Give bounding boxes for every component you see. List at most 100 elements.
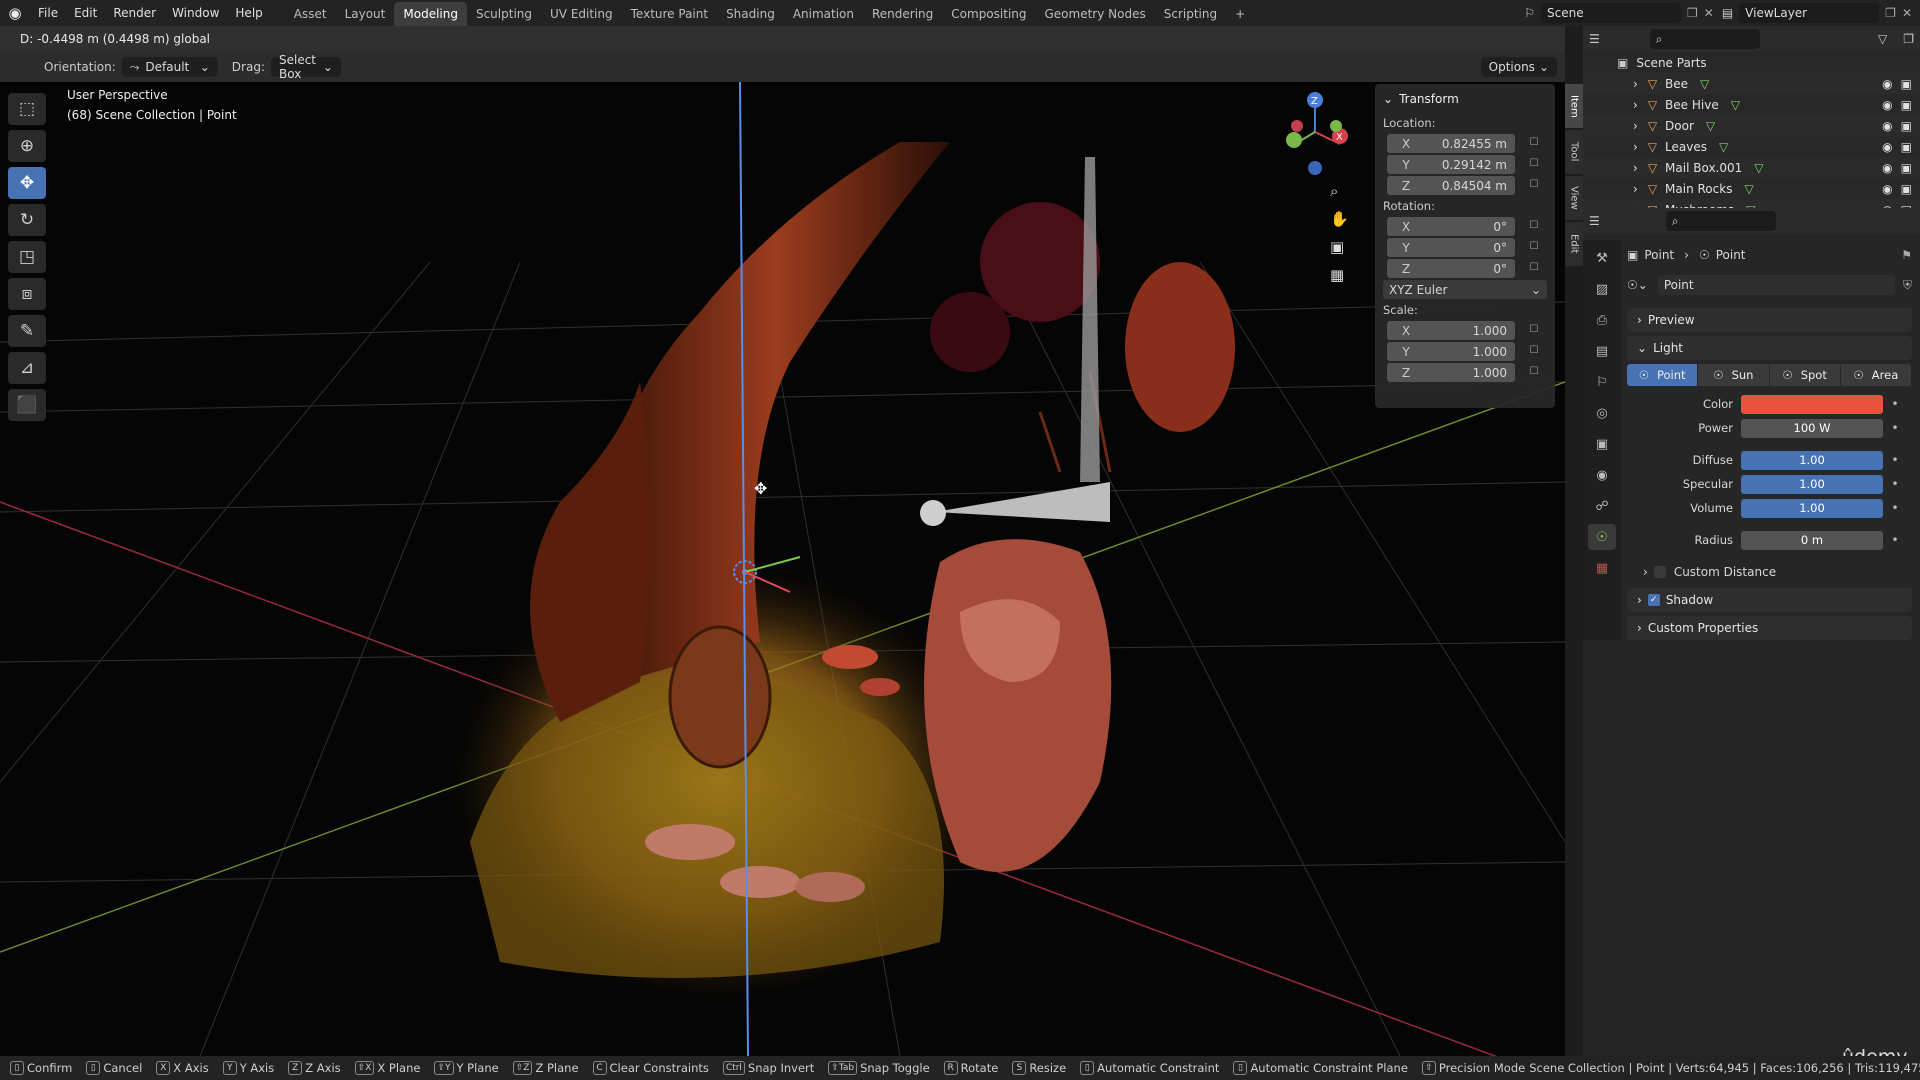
lock-icon[interactable]: ☐ xyxy=(1527,262,1541,276)
eye-icon[interactable]: ◉ xyxy=(1882,161,1892,175)
chevron-right-icon[interactable]: › xyxy=(1633,140,1638,154)
keyframe-dot-icon[interactable]: • xyxy=(1889,397,1901,411)
rotate-tool-icon[interactable]: ↻ xyxy=(8,204,46,236)
scene-selector[interactable]: ⚐ Scene ❐ ✕ xyxy=(1524,3,1714,23)
tab-scripting[interactable]: Scripting xyxy=(1155,2,1226,26)
annotate-tool-icon[interactable]: ✎ xyxy=(8,315,46,347)
eye-icon[interactable]: ◉ xyxy=(1882,182,1892,196)
options-dropdown[interactable]: Options ⌄ xyxy=(1480,57,1557,77)
constraints-tab-icon[interactable]: ☍ xyxy=(1588,493,1616,519)
eye-icon[interactable]: ◉ xyxy=(1882,77,1892,91)
tab-shading[interactable]: Shading xyxy=(717,2,784,26)
keyframe-dot-icon[interactable]: • xyxy=(1889,501,1901,515)
specular-slider[interactable]: 1.00 xyxy=(1741,474,1883,494)
lock-icon[interactable]: ☐ xyxy=(1527,241,1541,255)
keyframe-dot-icon[interactable]: • xyxy=(1889,453,1901,467)
power-field[interactable]: 100 W xyxy=(1741,418,1883,438)
copy-view-layer-icon[interactable]: ❐ xyxy=(1885,6,1896,20)
tab-texture-paint[interactable]: Texture Paint xyxy=(622,2,717,26)
diffuse-slider[interactable]: 1.00 xyxy=(1741,450,1883,470)
transform-panel-header[interactable]: ⌄ Transform xyxy=(1383,88,1547,109)
menu-item-file[interactable]: File xyxy=(30,0,66,26)
zoom-icon[interactable]: ⌕ xyxy=(1330,182,1349,200)
tab-modeling[interactable]: Modeling xyxy=(394,1,467,26)
menu-item-help[interactable]: Help xyxy=(227,0,270,26)
texture-tab-icon[interactable]: ▦ xyxy=(1588,555,1616,581)
render-camera-icon[interactable]: ▣ xyxy=(1901,77,1912,91)
scene-tab-icon[interactable]: ⚐ xyxy=(1588,369,1616,395)
chevron-right-icon[interactable]: › xyxy=(1633,77,1638,91)
custom-distance-row[interactable]: › Custom Distance xyxy=(1627,560,1912,584)
lock-icon[interactable]: ☐ xyxy=(1527,220,1541,234)
chevron-right-icon[interactable]: › xyxy=(1633,119,1638,133)
add-workspace-button[interactable]: + xyxy=(1226,2,1254,26)
shadow-checkbox[interactable]: ✓ xyxy=(1647,594,1660,606)
orientation-dropdown[interactable]: ⤳ Default ⌄ xyxy=(121,57,218,77)
scale-x-field[interactable]: X 1.000 xyxy=(1387,321,1515,340)
render-camera-icon[interactable]: ▣ xyxy=(1901,140,1912,154)
sidebar-tab-edit[interactable]: Edit xyxy=(1565,222,1583,266)
outliner-row[interactable]: › ▽ Leaves ▽ ◉ ▣ xyxy=(1583,136,1920,157)
cursor-tool-icon[interactable]: ⊕ xyxy=(8,130,46,162)
light-type-point[interactable]: ☉ Point xyxy=(1627,364,1698,386)
lock-icon[interactable]: ☐ xyxy=(1527,366,1541,380)
menu-item-window[interactable]: Window xyxy=(164,0,227,26)
tab-asset[interactable]: Asset xyxy=(285,2,336,26)
custom-properties-panel-header[interactable]: › Custom Properties xyxy=(1627,616,1912,640)
chevron-right-icon[interactable]: › xyxy=(1633,161,1638,175)
delete-view-layer-icon[interactable]: ✕ xyxy=(1902,6,1912,20)
outliner-row-parent[interactable]: ▣ Scene Parts xyxy=(1583,52,1920,73)
chevron-right-icon[interactable]: › xyxy=(1633,182,1638,196)
3d-viewport[interactable]: ✥ Z X User Perspective (68) Scene Collec… xyxy=(0,82,1565,1056)
light-type-sun[interactable]: ☉ Sun xyxy=(1698,364,1769,386)
tab-compositing[interactable]: Compositing xyxy=(942,2,1035,26)
light-datablock-field[interactable]: Point xyxy=(1657,275,1895,295)
location-z-field[interactable]: Z 0.84504 m xyxy=(1387,176,1515,195)
grid-view-icon[interactable]: ▦ xyxy=(1330,266,1349,284)
object-tab-icon[interactable]: ▣ xyxy=(1588,431,1616,457)
shadow-panel-header[interactable]: › ✓ Shadow xyxy=(1627,588,1912,612)
sidebar-tab-item[interactable]: Item xyxy=(1565,84,1583,128)
tab-rendering[interactable]: Rendering xyxy=(863,2,942,26)
copy-scene-icon[interactable]: ❐ xyxy=(1687,6,1698,20)
sidebar-tab-view[interactable]: View xyxy=(1565,176,1583,220)
pan-hand-icon[interactable]: ✋ xyxy=(1330,210,1349,228)
delete-scene-icon[interactable]: ✕ xyxy=(1704,6,1714,20)
menu-item-edit[interactable]: Edit xyxy=(66,0,105,26)
light-data-tab-icon[interactable]: ☉ xyxy=(1588,524,1616,550)
preview-panel-header[interactable]: › Preview xyxy=(1627,308,1912,332)
tab-layout[interactable]: Layout xyxy=(336,2,395,26)
blender-logo-icon[interactable]: ◉ xyxy=(0,0,30,26)
light-datablock-icon[interactable]: ☉⌄ xyxy=(1627,278,1648,292)
light-color-swatch[interactable] xyxy=(1741,394,1883,414)
measure-tool-icon[interactable]: ⊿ xyxy=(8,352,46,384)
properties-search-input[interactable]: ⌕ xyxy=(1665,211,1776,231)
camera-view-icon[interactable]: ▣ xyxy=(1330,238,1349,256)
outliner-row[interactable]: › ▽ Mail Box.001 ▽ ◉ ▣ xyxy=(1583,157,1920,178)
render-camera-icon[interactable]: ▣ xyxy=(1901,98,1912,112)
view-layer-tab-icon[interactable]: ▤ xyxy=(1588,338,1616,364)
lock-icon[interactable]: ☐ xyxy=(1527,179,1541,193)
eye-icon[interactable]: ◉ xyxy=(1882,119,1892,133)
navigation-gizmo[interactable]: Z X xyxy=(1286,82,1348,175)
scale-y-field[interactable]: Y 1.000 xyxy=(1387,342,1515,361)
tab-geometry-nodes[interactable]: Geometry Nodes xyxy=(1036,2,1155,26)
view-layer-selector[interactable]: ▤ ViewLayer ❐ ✕ xyxy=(1722,3,1912,23)
lock-icon[interactable]: ☐ xyxy=(1527,158,1541,172)
filter-icon[interactable]: ▽ xyxy=(1878,32,1887,46)
keyframe-dot-icon[interactable]: • xyxy=(1889,421,1901,435)
tool-tab-icon[interactable]: ⚒ xyxy=(1588,245,1616,271)
outliner-row[interactable]: › ▽ Bee Hive ▽ ◉ ▣ xyxy=(1583,94,1920,115)
location-y-field[interactable]: Y 0.29142 m xyxy=(1387,155,1515,174)
select-box-tool-icon[interactable]: ⬚ xyxy=(8,93,46,125)
rotation-x-field[interactable]: X 0° xyxy=(1387,217,1515,236)
scale-z-field[interactable]: Z 1.000 xyxy=(1387,363,1515,382)
fake-user-icon[interactable]: ⛨ xyxy=(1903,278,1912,293)
render-tab-icon[interactable]: ▨ xyxy=(1588,276,1616,302)
outliner-row[interactable]: › ▽ Door ▽ ◉ ▣ xyxy=(1583,115,1920,136)
radius-field[interactable]: 0 m xyxy=(1741,530,1883,550)
render-camera-icon[interactable]: ▣ xyxy=(1901,182,1912,196)
location-x-field[interactable]: X 0.82455 m xyxy=(1387,134,1515,153)
eye-icon[interactable]: ◉ xyxy=(1882,98,1892,112)
add-cube-tool-icon[interactable]: ⬛ xyxy=(8,389,46,421)
